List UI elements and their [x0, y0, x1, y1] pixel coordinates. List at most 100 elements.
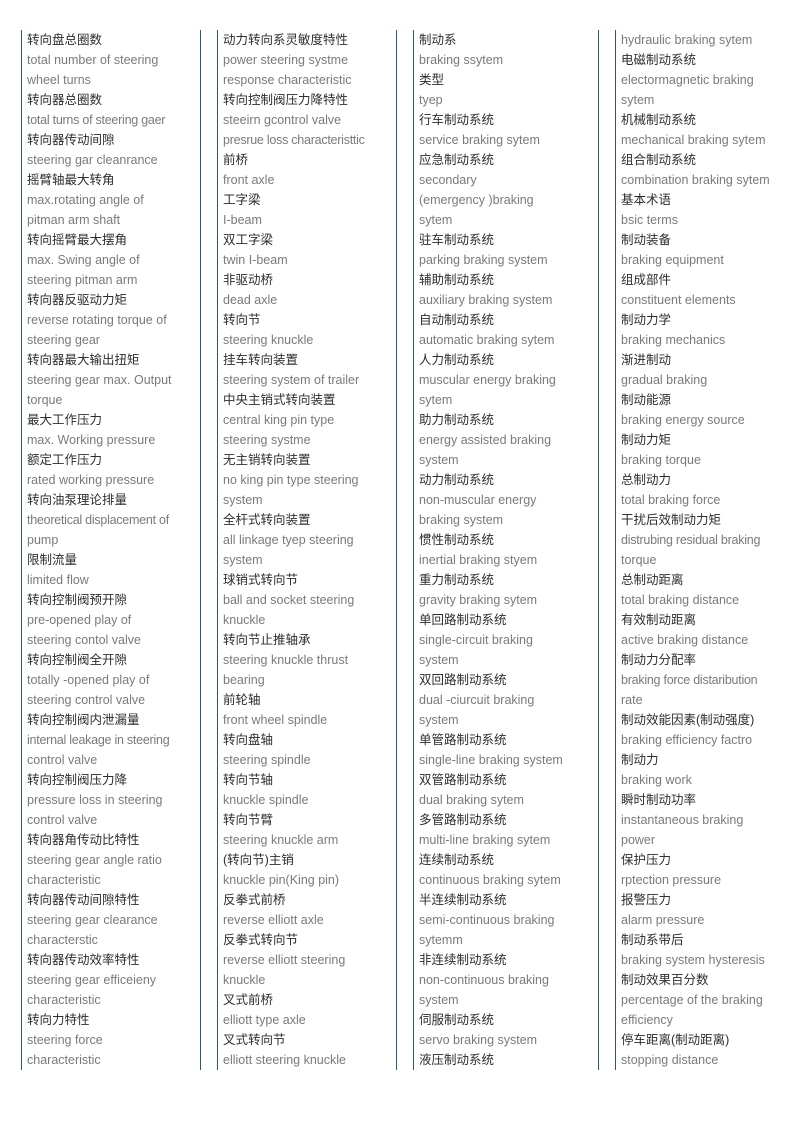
glossary-entry: 渐进制动 gradual braking	[621, 350, 791, 390]
term-english-line: system	[419, 993, 459, 1007]
glossary-entry: 总制动距离 total braking distance	[621, 570, 791, 610]
term-chinese: 转向节臂	[223, 813, 274, 827]
term-english-line: braking mechanics	[621, 333, 726, 347]
glossary-entry: 行车制动系统 service braking sytem	[419, 110, 595, 150]
glossary-entry: 反拳式转向节 reverse elliott steering knuckle	[223, 930, 393, 990]
term-english-line: max.rotating angle of	[27, 193, 144, 207]
term-chinese: 制动效果百分数	[621, 973, 709, 987]
term-chinese: 叉式转向节	[223, 1033, 286, 1047]
term-chinese: 保护压力	[621, 853, 672, 867]
term-chinese: 制动能源	[621, 393, 672, 407]
term-chinese: 转向盘总圈数	[27, 33, 103, 47]
term-english-line: secondary	[419, 173, 477, 187]
glossary-columns-container: 转向盘总圈数 total number of steering wheel turn…	[0, 30, 794, 1070]
term-chinese: 非连续制动系统	[419, 953, 507, 967]
term-chinese: 转向油泵理论排量	[27, 493, 128, 507]
term-chinese: 应急制动系统	[419, 153, 495, 167]
glossary-entry: 转向节止推轴承 steering knuckle thrust bearing	[223, 630, 393, 690]
term-english-line: characteristic	[27, 1053, 101, 1067]
term-chinese: 瞬时制动功率	[621, 793, 697, 807]
term-chinese: 单回路制动系统	[419, 613, 507, 627]
term-english-line: steering contol valve	[27, 633, 141, 647]
glossary-entry: 辅助制动系统 auxiliary braking system	[419, 270, 595, 310]
term-english-line: non-muscular energy	[419, 493, 537, 507]
term-english-line: steering spindle	[223, 753, 311, 767]
term-chinese: 双回路制动系统	[419, 673, 507, 687]
term-english-line: single-line braking system	[419, 753, 563, 767]
glossary-entry: 基本术语 bsic terms	[621, 190, 791, 230]
term-chinese: 转向盘轴	[223, 733, 274, 747]
glossary-entry: 叉式转向节 elliott steering knuckle	[223, 1030, 393, 1070]
term-english-line: power	[621, 833, 656, 847]
term-english-line: steering gear efficeieny	[27, 973, 157, 987]
term-english-line: braking system	[419, 513, 504, 527]
term-english-line: single-circuit braking	[419, 633, 533, 647]
term-english-line: steering knuckle	[223, 333, 314, 347]
glossary-entry: 制动系带后 braking system hysteresis	[621, 930, 791, 970]
term-english-line: total braking distance	[621, 593, 740, 607]
glossary-entry: 人力制动系统 muscular energy braking sytem	[419, 350, 595, 410]
term-english-line: efficiency	[621, 1013, 673, 1027]
term-chinese: 动力制动系统	[419, 473, 495, 487]
glossary-entry: 转向器传动效率特性 steering gear efficeieny charact…	[27, 950, 197, 1010]
term-english-line: pre-opened play of	[27, 613, 132, 627]
glossary-entry: 干扰后效制动力矩 distrubing residual braking torqu…	[621, 510, 791, 570]
glossary-entry: 转向控制阀预开隙 pre-opened play of steering conto…	[27, 590, 197, 650]
glossary-entry: 工字梁 I-beam	[223, 190, 393, 230]
term-english-line: constituent elements	[621, 293, 736, 307]
term-chinese: 转向节	[223, 313, 261, 327]
term-english-line: bsic terms	[621, 213, 678, 227]
glossary-entry: 非驱动桥 dead axle	[223, 270, 393, 310]
term-english-line: presrue loss characteristtic	[223, 133, 365, 147]
term-chinese: 限制流量	[27, 553, 78, 567]
term-english-line: system	[223, 493, 263, 507]
glossary-entry: 最大工作压力 max. Working pressure	[27, 410, 197, 450]
glossary-entry: 单回路制动系统 single-circuit braking system	[419, 610, 595, 670]
term-chinese: 球销式转向节	[223, 573, 299, 587]
term-chinese: 连续制动系统	[419, 853, 495, 867]
term-english-line: control valve	[27, 753, 98, 767]
term-english-line: elliott type axle	[223, 1013, 306, 1027]
term-chinese: 制动力	[621, 753, 659, 767]
term-english-line: elliott steering knuckle	[223, 1053, 346, 1067]
term-english-line: tyep	[419, 93, 443, 107]
term-chinese: 双工字梁	[223, 233, 274, 247]
term-chinese: 制动效能因素(制动强度)	[621, 713, 755, 727]
glossary-entry: 全杆式转向装置 all linkage tyep steering system	[223, 510, 393, 570]
term-english-line: sytem	[419, 393, 453, 407]
term-english-line: dual braking sytem	[419, 793, 524, 807]
term-chinese: 转向节轴	[223, 773, 274, 787]
term-english-line: system	[419, 713, 459, 727]
glossary-entry: 双工字梁 twin I-beam	[223, 230, 393, 270]
term-english-line: automatic braking sytem	[419, 333, 555, 347]
term-chinese: 制动系	[419, 33, 457, 47]
term-chinese: 自动制动系统	[419, 313, 495, 327]
term-english-line: active braking distance	[621, 633, 749, 647]
term-chinese: 电磁制动系统	[621, 53, 697, 67]
term-chinese: 转向器传动效率特性	[27, 953, 140, 967]
glossary-column: 制动系 braking ssytem 类型 tyep 行车制动系统 service bra…	[413, 30, 599, 1070]
glossary-entry: 额定工作压力 rated working pressure	[27, 450, 197, 490]
term-english-line: steering pitman arm	[27, 273, 138, 287]
term-chinese: 挂车转向装置	[223, 353, 299, 367]
term-chinese: 总制动力	[621, 473, 672, 487]
term-chinese: 制动力矩	[621, 433, 672, 447]
term-english-line: non-continuous braking	[419, 973, 549, 987]
term-english-line: knuckle pin(King pin)	[223, 873, 340, 887]
term-english-line: twin I-beam	[223, 253, 288, 267]
glossary-entry: 伺服制动系统 servo braking system	[419, 1010, 595, 1050]
term-english-line: steering gear angle ratio	[27, 853, 162, 867]
glossary-entry: 转向油泵理论排量 theoretical displacement of pump	[27, 490, 197, 550]
term-english-line: mechanical braking sytem	[621, 133, 766, 147]
term-english-line: distrubing residual braking	[621, 533, 761, 547]
glossary-entry: 制动力学 braking mechanics	[621, 310, 791, 350]
term-chinese: 报警压力	[621, 893, 672, 907]
glossary-entry: 制动系 braking ssytem	[419, 30, 595, 70]
term-english-line: front wheel spindle	[223, 713, 328, 727]
glossary-entry: 转向盘总圈数 total number of steering wheel turn…	[27, 30, 197, 90]
glossary-entry: 非连续制动系统 non-continuous braking system	[419, 950, 595, 1010]
term-english-line: totally -opened play of	[27, 673, 150, 687]
glossary-entry: 重力制动系统 gravity braking sytem	[419, 570, 595, 610]
term-english-line: braking torque	[621, 453, 701, 467]
term-chinese: 最大工作压力	[27, 413, 103, 427]
